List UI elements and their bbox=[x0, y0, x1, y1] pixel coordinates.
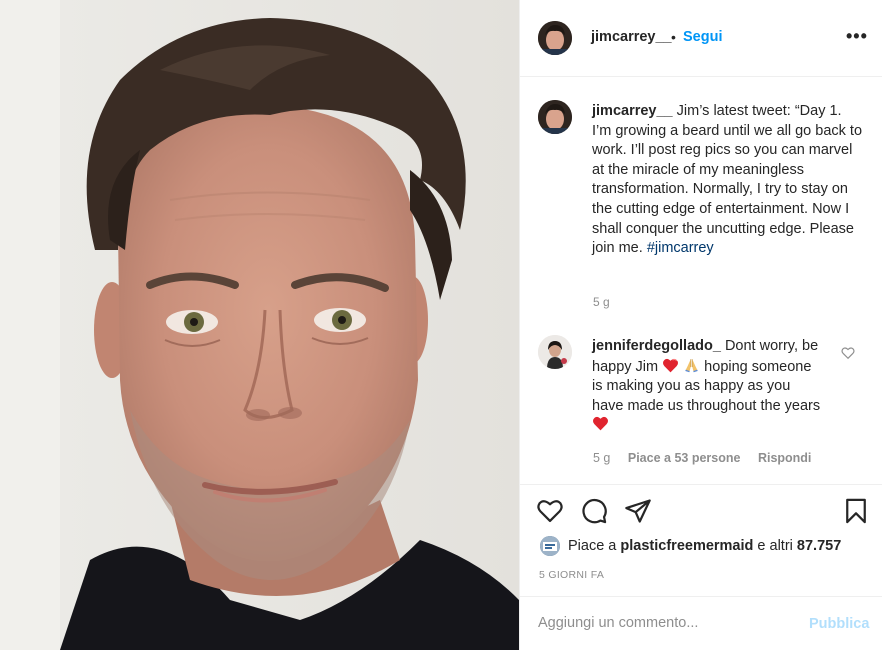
folded-hands-emoji-icon bbox=[685, 358, 698, 372]
post-actions: Piace a plasticfreemermaid e altri 87.75… bbox=[520, 484, 882, 586]
comment-likes[interactable]: Piace a 53 persone bbox=[628, 451, 741, 465]
red-heart-emoji-icon bbox=[663, 358, 679, 372]
comments-section[interactable]: jimcarrey__ Jim’s latest tweet: “Day 1. … bbox=[520, 78, 882, 484]
paper-plane-icon[interactable] bbox=[624, 497, 652, 525]
likes-count[interactable]: 87.757 bbox=[797, 538, 841, 554]
comment-bubble-icon[interactable] bbox=[580, 497, 608, 525]
caption-username[interactable]: jimcarrey__ bbox=[592, 103, 673, 119]
caption-body: Jim’s latest tweet: “Day 1. I’m growing … bbox=[592, 103, 863, 257]
caption-time[interactable]: 5 g bbox=[593, 295, 610, 309]
comment-text: jenniferdegollado_ Dont worry, be happy … bbox=[592, 337, 824, 436]
heart-outline-icon[interactable] bbox=[536, 497, 564, 525]
likes-text[interactable]: Piace a plasticfreemermaid e altri 87.75… bbox=[568, 538, 841, 554]
caption-hashtag[interactable]: #jimcarrey bbox=[647, 240, 714, 256]
liker-avatar[interactable] bbox=[540, 536, 560, 556]
separator-dot: • bbox=[671, 29, 676, 45]
commenter-avatar-image bbox=[538, 335, 572, 369]
liked-by-username[interactable]: plasticfreemermaid bbox=[620, 538, 753, 554]
author-avatar-image bbox=[538, 21, 572, 55]
caption-avatar[interactable] bbox=[538, 100, 572, 134]
comment-like-heart-icon[interactable] bbox=[841, 346, 855, 360]
post-timestamp[interactable]: 5 giorni fa bbox=[539, 569, 604, 581]
commenter-username[interactable]: jenniferdegollado_ bbox=[592, 338, 721, 354]
likes-prefix: Piace a bbox=[568, 538, 621, 554]
comment-meta: 5 g Piace a 53 persone Rispondi bbox=[593, 451, 825, 465]
likes-middle: e altri bbox=[753, 538, 797, 554]
follow-button[interactable]: Segui bbox=[683, 29, 722, 45]
comment-time[interactable]: 5 g bbox=[593, 451, 610, 465]
caption-text: jimcarrey__ Jim’s latest tweet: “Day 1. … bbox=[592, 102, 864, 259]
liker-avatar-image bbox=[540, 536, 560, 556]
add-comment-bar: Pubblica bbox=[520, 596, 882, 650]
reply-button[interactable]: Rispondi bbox=[758, 451, 811, 465]
portrait-illustration bbox=[0, 0, 519, 650]
author-username[interactable]: jimcarrey__ bbox=[591, 29, 672, 45]
commenter-avatar[interactable] bbox=[538, 335, 572, 369]
post-photo[interactable] bbox=[0, 0, 519, 650]
comment-input[interactable] bbox=[538, 610, 798, 636]
bookmark-icon[interactable] bbox=[842, 497, 870, 525]
more-options-icon[interactable]: ••• bbox=[846, 26, 868, 47]
caption-avatar-image bbox=[538, 100, 572, 134]
post-header: jimcarrey__ • Segui ••• bbox=[520, 0, 882, 77]
red-heart-emoji-icon bbox=[593, 417, 608, 431]
author-avatar[interactable] bbox=[538, 21, 572, 55]
publish-button[interactable]: Pubblica bbox=[809, 616, 869, 632]
post-side-panel: jimcarrey__ • Segui ••• jimcarrey__ Jim’… bbox=[519, 0, 882, 650]
